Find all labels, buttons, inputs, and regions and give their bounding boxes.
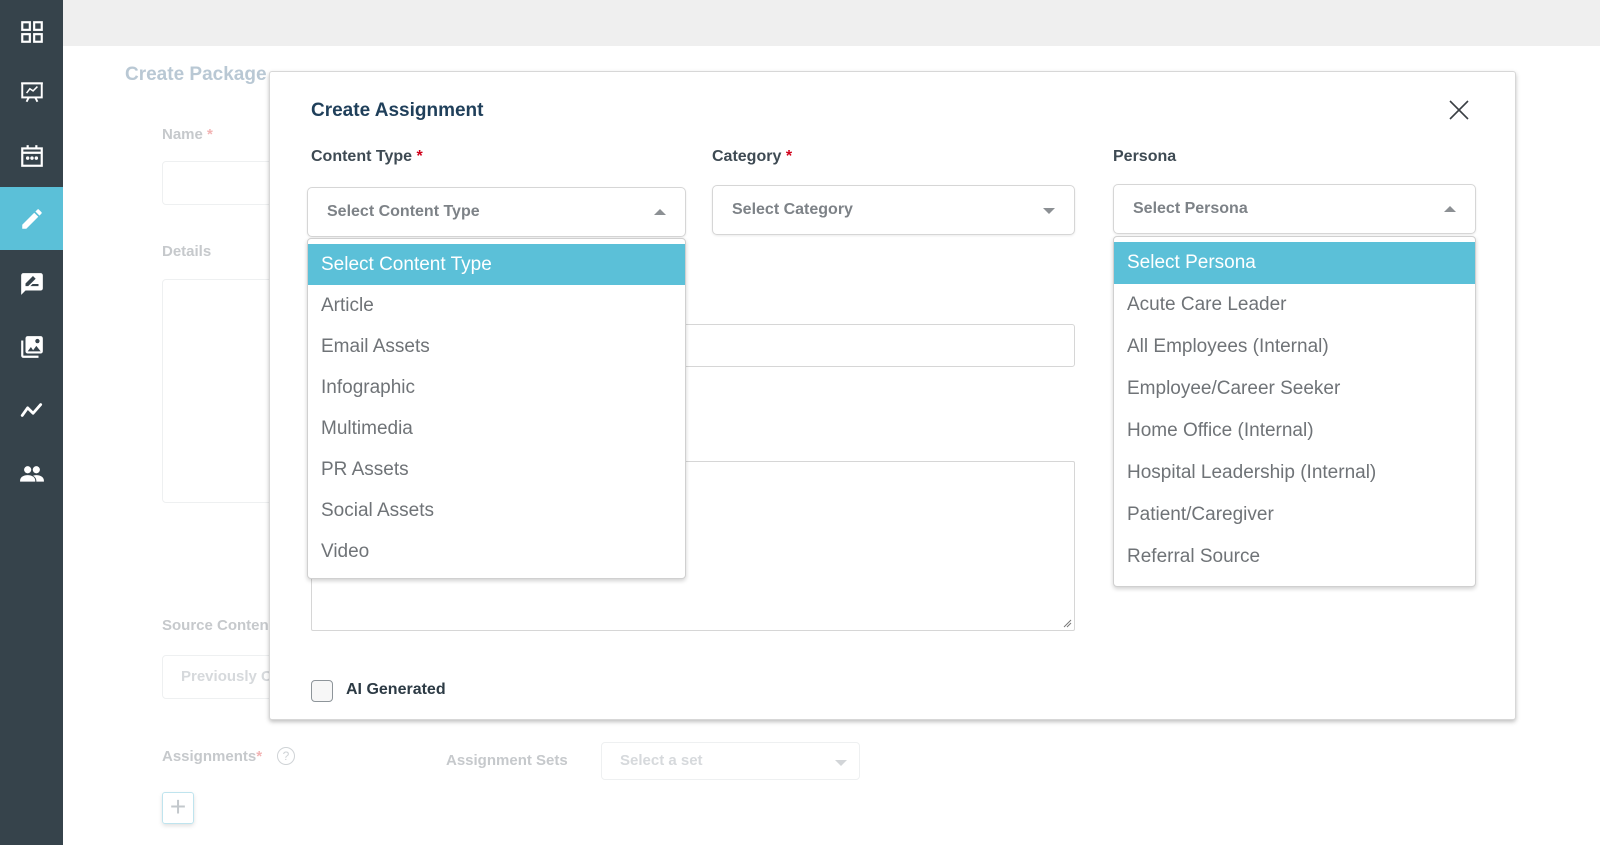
details-input[interactable] [162,279,282,503]
persona-option[interactable]: Hospital Leadership (Internal) [1114,452,1475,494]
persona-option[interactable]: Select Persona [1114,242,1475,284]
users-icon [19,465,44,482]
sidebar-item-review[interactable] [0,252,63,315]
source-content-label: Source Conten [162,617,269,634]
content-type-option[interactable]: Select Content Type [308,244,685,285]
assignments-label: Assignments* [162,748,263,765]
sidebar-item-media[interactable] [0,315,63,378]
assignment-sets-label: Assignment Sets [446,752,568,769]
chevron-down-icon [835,760,847,766]
create-assignment-modal: Create Assignment Content Type * Select … [269,71,1516,720]
content-type-label: Content Type * [311,148,423,165]
sidebar [0,0,63,845]
chevron-up-icon [654,209,666,215]
sidebar-item-create[interactable] [0,187,63,250]
persona-dropdown: Select Persona Acute Care Leader All Emp… [1113,236,1476,587]
ai-generated-checkbox[interactable] [311,680,333,702]
content-type-option[interactable]: Multimedia [308,408,685,449]
grid-icon [20,20,43,43]
top-bar [63,0,1600,46]
ai-generated-label: AI Generated [346,681,446,698]
help-icon[interactable]: ? [277,747,295,765]
sidebar-item-dashboard[interactable] [0,0,63,63]
modal-title: Create Assignment [311,100,484,121]
category-label: Category * [712,148,793,165]
content-type-option[interactable]: Social Assets [308,490,685,531]
name-input[interactable] [162,161,282,205]
persona-option[interactable]: Acute Care Leader [1114,284,1475,326]
content-type-option[interactable]: Email Assets [308,326,685,367]
trend-line-icon [20,402,42,417]
resize-handle-icon[interactable] [1062,618,1072,628]
sidebar-item-users[interactable] [0,441,63,504]
persona-label: Persona [1113,148,1177,165]
content-type-option[interactable]: PR Assets [308,449,685,490]
content-type-dropdown: Select Content Type Article Email Assets… [307,238,686,579]
add-assignment-button[interactable]: + [162,792,194,824]
content-type-option[interactable]: Video [308,531,685,572]
sidebar-item-calendar[interactable] [0,124,63,187]
close-icon[interactable] [1447,98,1471,122]
image-gallery-icon [20,335,43,358]
page-title: Create Package [125,64,267,85]
persona-option[interactable]: Referral Source [1114,536,1475,578]
persona-option[interactable]: Employee/Career Seeker [1114,368,1475,410]
content-type-option[interactable]: Article [308,285,685,326]
details-label: Details [162,243,212,260]
chevron-down-icon [1043,208,1055,214]
chevron-up-icon [1444,206,1456,212]
calendar-icon [20,144,43,167]
persona-option[interactable]: Home Office (Internal) [1114,410,1475,452]
content-type-select[interactable]: Select Content Type [307,187,686,237]
source-content-input[interactable]: Previously C [162,655,282,699]
persona-option[interactable]: Patient/Caregiver [1114,494,1475,536]
sidebar-item-presentations[interactable] [0,60,63,123]
pencil-icon [21,208,42,229]
assignment-sets-select[interactable]: Select a set [601,742,860,780]
persona-option[interactable]: All Employees (Internal) [1114,326,1475,368]
presentation-board-icon [20,81,43,102]
category-select[interactable]: Select Category [712,185,1075,235]
persona-select[interactable]: Select Persona [1113,184,1476,234]
comment-edit-icon [20,272,43,295]
sidebar-item-analytics[interactable] [0,378,63,441]
content-type-option[interactable]: Infographic [308,367,685,408]
name-label: Name * [162,126,213,143]
